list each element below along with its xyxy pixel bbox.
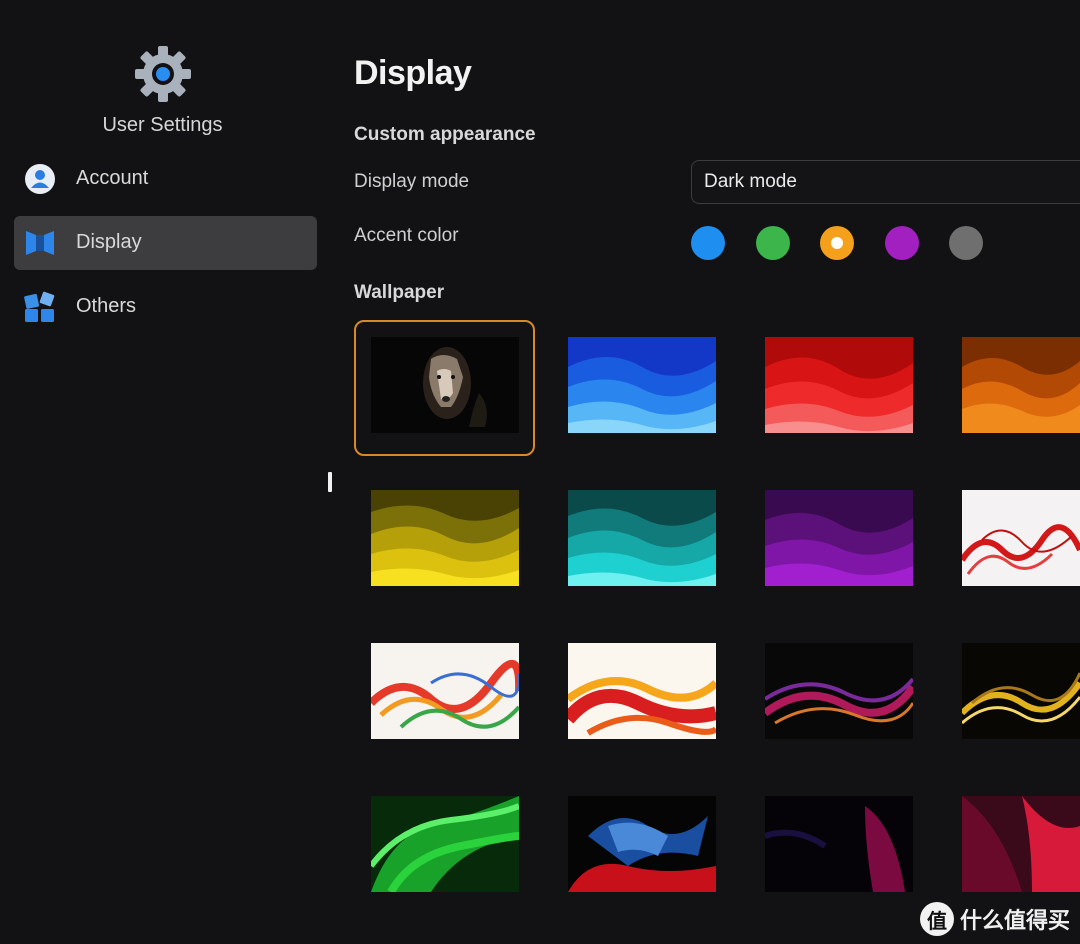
gear-icon — [135, 46, 191, 102]
sidebar: User Settings Account Display Others — [0, 0, 330, 944]
wallpaper-thumbnail[interactable] — [962, 643, 1080, 739]
user-icon — [25, 164, 55, 194]
display-mode-value: Dark mode — [704, 171, 797, 192]
custom-appearance-heading: Custom appearance — [354, 124, 536, 145]
sidebar-item-account[interactable]: Account — [14, 152, 317, 206]
page-title: Display — [354, 54, 472, 92]
sidebar-item-label: Account — [76, 167, 149, 189]
wallpaper-thumbnail[interactable] — [765, 643, 913, 739]
sidebar-item-label: Others — [76, 295, 137, 317]
accent-color-gray[interactable] — [949, 226, 983, 260]
watermark-logo: 值 — [919, 902, 954, 936]
resize-handle[interactable] — [328, 472, 332, 492]
display-icon — [26, 231, 54, 255]
watermark: 值 什么值得买 — [919, 902, 1070, 936]
display-settings-panel: Display Custom appearance Display mode D… — [354, 0, 1080, 944]
apps-icon — [24, 291, 55, 322]
accent-color-green[interactable] — [756, 226, 790, 260]
sidebar-item-display[interactable]: Display — [14, 216, 317, 270]
wallpaper-thumbnail[interactable] — [568, 490, 716, 586]
accent-color-label: Accent color — [354, 225, 459, 246]
wallpaper-thumbnail[interactable] — [765, 490, 913, 586]
wallpaper-thumbnail[interactable] — [371, 643, 519, 739]
wallpaper-thumbnail[interactable] — [765, 796, 913, 892]
sidebar-item-others[interactable]: Others — [14, 280, 317, 334]
wallpaper-thumbnail[interactable] — [962, 337, 1080, 433]
watermark-text: 什么值得买 — [959, 909, 1070, 934]
accent-color-orange[interactable] — [820, 226, 854, 260]
accent-color-purple[interactable] — [885, 226, 919, 260]
wallpaper-heading: Wallpaper — [354, 282, 445, 303]
wallpaper-thumbnail[interactable] — [568, 643, 716, 739]
display-mode-select[interactable]: Dark mode — [691, 160, 1080, 204]
wallpaper-thumbnail[interactable] — [765, 337, 913, 433]
accent-color-blue[interactable] — [691, 226, 725, 260]
wallpaper-thumbnail[interactable] — [568, 796, 716, 892]
wallpaper-thumbnail[interactable] — [962, 796, 1080, 892]
display-mode-label: Display mode — [354, 171, 470, 192]
app-title: User Settings — [102, 114, 223, 136]
wallpaper-thumbnail[interactable] — [371, 337, 519, 433]
wallpaper-thumbnail[interactable] — [568, 337, 716, 433]
sidebar-item-label: Display — [76, 231, 142, 253]
wallpaper-thumbnail[interactable] — [371, 490, 519, 586]
wallpaper-thumbnail[interactable] — [371, 796, 519, 892]
wallpaper-thumbnail[interactable] — [962, 490, 1080, 586]
